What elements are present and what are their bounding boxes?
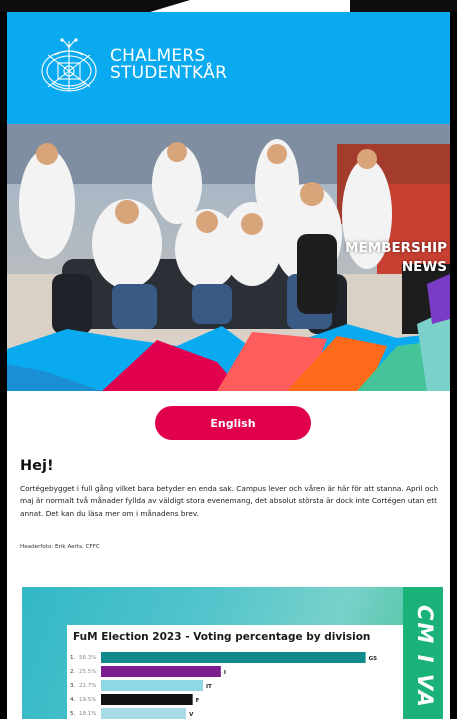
bar-category-label: I <box>224 670 226 676</box>
photo-credit: Headerfoto: Erik Aerts, CFFC <box>20 544 100 550</box>
top-strip <box>0 0 457 12</box>
greeting-heading: Hej! <box>20 458 54 474</box>
intro-paragraph: Cortégebygget i full gång vilket bara be… <box>20 484 439 518</box>
election-banner[interactable]: CM I VA FuM Election 2023 - Voting perce… <box>22 587 443 719</box>
hero-image: MEMBERSHIP NEWS <box>7 124 450 391</box>
bar-value-label: 18.1% <box>79 711 96 717</box>
hero-title-line2: NEWS <box>401 259 447 275</box>
bar-value-label: 19.5% <box>79 697 96 703</box>
bar-category-label: V <box>189 712 194 718</box>
election-chart-panel: FuM Election 2023 - Voting percentage by… <box>67 625 403 719</box>
bar-i <box>101 666 221 677</box>
chart-title: FuM Election 2023 - Voting percentage by… <box>73 631 371 643</box>
hero-title-line1: MEMBERSHIP <box>345 240 447 256</box>
logo-wordmark[interactable]: CHALMERS STUDENTKÅR <box>110 48 227 82</box>
election-vertical-text: CM I VA <box>413 605 437 709</box>
bar-category-label: GS <box>369 656 378 662</box>
english-language-button[interactable]: English <box>155 406 311 440</box>
bar-gs <box>101 652 366 663</box>
newsletter-card: CHALMERS STUDENTKÅR MEMBERSHIP NEWS Engl… <box>7 12 450 719</box>
logo-line-studentkar: STUDENTKÅR <box>110 63 228 83</box>
bar-rank-label: 3. <box>70 683 75 689</box>
voting-percentage-bar-chart: 1. 56.3% GS 2. 25.5% I 3. 21.7% IT 4. 19.5% F 5. 18.1… <box>70 652 378 719</box>
bar-category-label: F <box>196 698 200 704</box>
chalmers-crest-icon[interactable] <box>38 35 100 97</box>
bar-v <box>101 708 187 719</box>
bar-category-label: IT <box>206 684 212 690</box>
bar-rank-label: 4. <box>70 697 75 703</box>
bar-rank-label: 5. <box>70 711 75 717</box>
bar-it <box>101 680 203 691</box>
bar-value-label: 21.7% <box>79 683 96 689</box>
top-wedge-decoration <box>150 0 350 12</box>
hero-title: MEMBERSHIP NEWS <box>345 239 447 277</box>
bar-value-label: 56.3% <box>79 655 96 661</box>
bar-value-label: 25.5% <box>79 669 96 675</box>
bar-rank-label: 2. <box>70 669 75 675</box>
bar-f <box>101 694 193 705</box>
header-banner: CHALMERS STUDENTKÅR <box>7 12 450 124</box>
bar-rank-label: 1. <box>70 655 75 661</box>
